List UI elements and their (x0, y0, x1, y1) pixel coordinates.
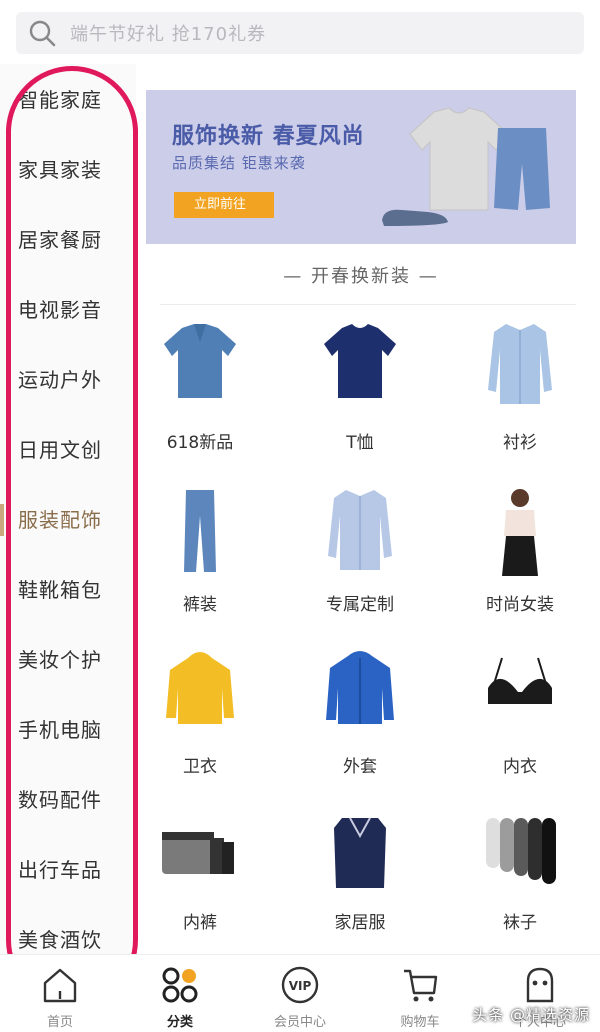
sidebar-item-phone-pc[interactable]: 手机电脑 (18, 714, 102, 743)
jacket-icon (326, 651, 394, 724)
sidebar-item-digital[interactable]: 数码配件 (18, 784, 102, 813)
tab-label: 购物车 (400, 1015, 440, 1030)
promo-banner[interactable]: 服饰换新 春夏风尚 品质集结 钜惠来袭 立即前往 (146, 90, 576, 244)
grid-item-label: 外套 (343, 757, 377, 777)
grid-item-label: T恤 (346, 433, 374, 453)
category-sidebar: 智能家庭 家具家装 居家餐厨 电视影音 运动户外 日用文创 服装配饰 鞋靴箱包 … (0, 64, 136, 954)
category-icon (162, 967, 198, 1003)
sidebar-item-tv-audio[interactable]: 电视影音 (18, 294, 102, 323)
active-indicator (0, 504, 4, 536)
grid-item-label: 卫衣 (183, 757, 217, 777)
banner-shoe-icon (382, 209, 448, 226)
banner-button[interactable]: 立即前往 (174, 192, 274, 218)
polo-shirt-icon (164, 324, 236, 398)
grid-item-label: 时尚女装 (486, 595, 554, 615)
grid-item-label: 裤装 (183, 595, 217, 615)
sidebar-item-outdoor[interactable]: 运动户外 (18, 364, 102, 393)
section-divider (160, 304, 576, 305)
banner-shorts-icon (494, 128, 550, 210)
tab-label: 会员中心 (273, 1015, 326, 1030)
dress-shirt-icon (328, 490, 392, 570)
tab-home[interactable]: 首页 (20, 955, 100, 1032)
pajamas-icon (334, 817, 386, 888)
grid-item-label: 家居服 (334, 913, 386, 933)
sidebar-item-daily[interactable]: 日用文创 (18, 434, 102, 463)
grid-item-label: 衬衫 (503, 433, 537, 453)
bra-icon (488, 657, 552, 704)
sidebar-item-food[interactable]: 美食酒饮 (18, 924, 102, 953)
hoodie-icon (166, 652, 234, 724)
sidebar-item-shoes-bags[interactable]: 鞋靴箱包 (18, 574, 102, 603)
sidebar-item-beauty[interactable]: 美妆个护 (18, 644, 102, 673)
home-icon (43, 968, 77, 1003)
sidebar-item-apparel[interactable]: 服装配饰 (18, 504, 102, 533)
tab-cart[interactable]: 购物车 (380, 955, 460, 1032)
grid-item-label: 内裤 (183, 913, 217, 933)
tab-label: 分类 (166, 1015, 193, 1030)
tab-label: 首页 (46, 1015, 73, 1030)
grid-item-label: 袜子 (503, 913, 537, 933)
watermark: 头条 @精选资源 (472, 1006, 590, 1024)
sidebar-item-smart-home[interactable]: 智能家庭 (18, 84, 102, 113)
tshirt-icon (324, 324, 396, 398)
search-bar[interactable]: 端午节好礼 抢170礼券 (16, 12, 584, 54)
jeans-icon (184, 490, 216, 572)
search-placeholder: 端午节好礼 抢170礼券 (70, 24, 267, 45)
sidebar-item-furniture[interactable]: 家具家装 (18, 154, 102, 183)
profile-icon (526, 967, 554, 1003)
search-icon (29, 20, 56, 47)
tab-category[interactable]: 分类 (140, 955, 220, 1032)
cart-icon (404, 969, 438, 1002)
grid-item-label: 618新品 (166, 433, 234, 453)
shirt-icon (488, 324, 552, 404)
sidebar-item-kitchen[interactable]: 居家餐厨 (18, 224, 102, 253)
socks-icon (486, 818, 556, 884)
banner-title: 服饰换新 春夏风尚 (172, 124, 365, 149)
vip-icon: VIP (281, 966, 319, 1004)
grid-item-label: 内衣 (503, 757, 537, 777)
tab-vip[interactable]: VIP 会员中心 (260, 955, 340, 1032)
womens-fashion-icon (502, 489, 538, 576)
sidebar-item-travel[interactable]: 出行车品 (18, 854, 102, 883)
grid-item-label: 专属定制 (326, 595, 394, 615)
banner-subtitle: 品质集结 钜惠来袭 (172, 154, 306, 172)
svg-text:VIP: VIP (289, 979, 312, 993)
section-title: — 开春换新装 — (283, 266, 439, 287)
underwear-icon (162, 832, 234, 874)
